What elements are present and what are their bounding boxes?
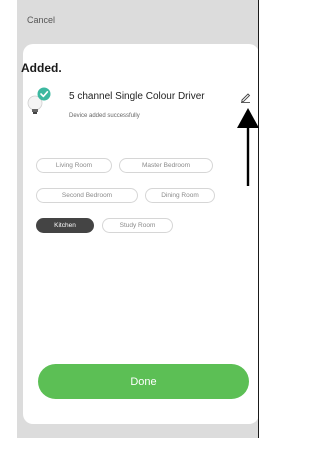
room-chip-kitchen[interactable]: Kitchen xyxy=(36,218,94,233)
room-chip-study-room[interactable]: Study Room xyxy=(102,218,173,233)
bulb-icon xyxy=(27,87,51,114)
phone-bottom xyxy=(17,438,259,452)
check-icon xyxy=(37,87,51,101)
room-chip-second-bedroom[interactable]: Second Bedroom xyxy=(36,188,138,203)
cancel-button[interactable]: Cancel xyxy=(27,15,55,25)
room-chip-dining-room[interactable]: Dining Room xyxy=(145,188,215,203)
room-chip-living-room[interactable]: Living Room xyxy=(36,158,112,173)
annotation-arrow-icon xyxy=(237,108,259,186)
device-status: Device added successfully xyxy=(69,113,140,119)
done-button[interactable]: Done xyxy=(38,364,249,399)
room-chip-master-bedroom[interactable]: Master Bedroom xyxy=(119,158,213,173)
pencil-icon[interactable] xyxy=(240,91,251,103)
sheet-title: Added. xyxy=(21,61,62,75)
device-name: 5 channel Single Colour Driver xyxy=(69,91,205,102)
phone-frame-edge xyxy=(258,0,259,438)
